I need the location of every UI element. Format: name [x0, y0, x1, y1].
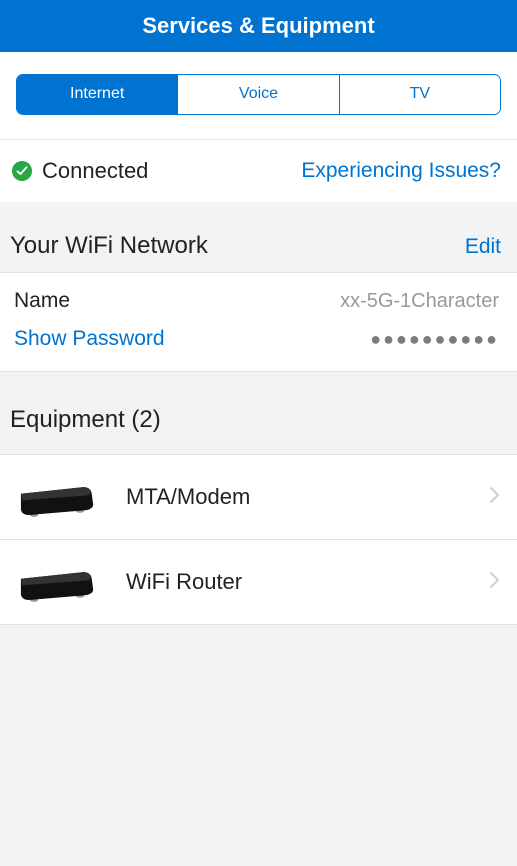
wifi-details: Name xx-5G-1Character Show Password ●●●●… [0, 273, 517, 372]
equipment-section-title: Equipment (2) [10, 406, 161, 433]
edit-wifi-link[interactable]: Edit [465, 235, 501, 259]
equipment-section-header: Equipment (2) [0, 372, 517, 454]
page-header: Services & Equipment [0, 0, 517, 52]
wifi-name-row: Name xx-5G-1Character [14, 289, 499, 313]
service-tabs: Internet Voice TV [16, 74, 501, 115]
modem-device-icon [16, 469, 98, 525]
experiencing-issues-link[interactable]: Experiencing Issues? [301, 159, 501, 183]
tab-label: Voice [239, 85, 278, 102]
chevron-right-icon [489, 484, 501, 510]
equipment-item-label: MTA/Modem [126, 484, 461, 510]
connection-status-label: Connected [42, 158, 148, 184]
equipment-item-label: WiFi Router [126, 569, 461, 595]
tab-internet[interactable]: Internet [17, 75, 178, 114]
wifi-name-label: Name [14, 289, 70, 313]
check-circle-icon [12, 161, 32, 181]
tab-label: TV [410, 85, 430, 102]
status-left: Connected [12, 158, 148, 184]
router-device-icon [16, 554, 98, 610]
page-title: Services & Equipment [142, 13, 374, 39]
tab-tv[interactable]: TV [340, 75, 500, 114]
tabs-container: Internet Voice TV [0, 52, 517, 139]
show-password-link[interactable]: Show Password [14, 327, 165, 351]
chevron-right-icon [489, 569, 501, 595]
wifi-password-masked: ●●●●●●●●●● [370, 329, 499, 350]
tab-label: Internet [70, 85, 124, 102]
wifi-section-header: Your WiFi Network Edit [0, 202, 517, 273]
equipment-item-router[interactable]: WiFi Router [0, 539, 517, 625]
tab-voice[interactable]: Voice [178, 75, 339, 114]
wifi-name-value: xx-5G-1Character [340, 290, 499, 313]
wifi-section-title: Your WiFi Network [10, 232, 208, 260]
wifi-password-row: Show Password ●●●●●●●●●● [14, 327, 499, 351]
equipment-item-modem[interactable]: MTA/Modem [0, 454, 517, 540]
connection-status-bar: Connected Experiencing Issues? [0, 139, 517, 202]
